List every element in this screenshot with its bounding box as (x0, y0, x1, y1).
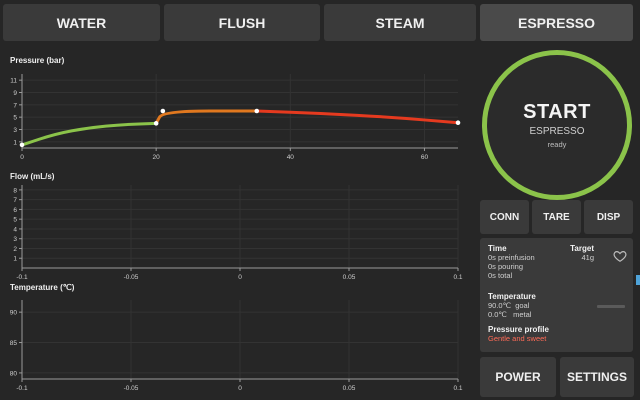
y-tick-label: 1 (13, 139, 17, 146)
y-tick-label: 8 (13, 187, 17, 194)
y-tick-label: 1 (13, 256, 17, 263)
y-tick-label: 3 (13, 236, 17, 243)
start-status: ready (547, 140, 567, 149)
y-tick-label: 80 (10, 370, 18, 377)
time-label: Time (488, 244, 507, 253)
heart-icon[interactable] (613, 249, 627, 263)
y-tick-label: 2 (13, 246, 17, 253)
preinfusion-time: 0s preinfusion (488, 253, 535, 262)
temperature-metal: 0.0℃ metal (488, 310, 532, 319)
x-tick-label: 40 (287, 154, 295, 161)
target-value: 41g (581, 253, 594, 262)
y-tick-label: 5 (13, 217, 17, 224)
pressure-chart-svg: 13579110204060Weight (g/s) (10, 74, 464, 170)
x-tick-label: 0.05 (343, 385, 356, 392)
data-point (455, 120, 461, 126)
x-tick-label: 20 (153, 154, 161, 161)
temperature-chart: Temperature (℃) 80 85 90 -0.1 -0.05 0 0.05 0.1 (0, 280, 470, 400)
start-label: START (523, 101, 591, 123)
y-tick-label: 9 (13, 90, 17, 97)
temperature-label: Temperature (488, 292, 536, 301)
tab-flush[interactable]: FLUSH (164, 4, 320, 41)
target-label: Target (570, 244, 594, 253)
y-tick-label: 7 (13, 197, 17, 204)
conn-button[interactable]: CONN (480, 200, 529, 234)
temperature-chart-svg: 80 85 90 -0.1 -0.05 0 0.05 0.1 (10, 300, 463, 392)
data-point (254, 108, 260, 114)
tab-steam[interactable]: STEAM (324, 4, 476, 41)
start-button[interactable]: START ESPRESSO ready (482, 50, 632, 200)
pressure-profile-label: Pressure profile (488, 325, 549, 334)
x-tick-label: 0 (20, 154, 24, 161)
settings-button[interactable]: SETTINGS (560, 357, 634, 397)
shot-info-panel: Time 0s preinfusion 0s pouring 0s total … (480, 238, 633, 352)
x-tick-label: 0.1 (453, 385, 462, 392)
power-button[interactable]: POWER (480, 357, 556, 397)
data-point (153, 121, 159, 126)
tab-water[interactable]: WATER (3, 4, 160, 41)
y-tick-label: 11 (10, 78, 17, 85)
temperature-indicator-bar (597, 305, 625, 308)
y-tick-label: 4 (13, 226, 17, 233)
y-tick-label: 7 (13, 102, 17, 109)
disp-button[interactable]: DISP (584, 200, 633, 234)
x-tick-label: -0.1 (16, 385, 28, 392)
pressure-chart: Pressure (bar) 13579110204060Weight (g/s… (0, 50, 470, 170)
data-point (19, 142, 25, 148)
y-tick-label: 3 (13, 127, 17, 134)
y-tick-label: 85 (10, 340, 18, 347)
y-tick-label: 90 (10, 310, 18, 317)
pressure-profile-name[interactable]: Gentle and sweet (488, 334, 549, 343)
x-tick-label: -0.05 (124, 385, 139, 392)
y-tick-label: 6 (13, 207, 17, 214)
y-tick-label: 5 (13, 115, 17, 122)
x-tick-label: 0 (238, 385, 242, 392)
tab-espresso[interactable]: ESPRESSO (480, 4, 633, 41)
flow-chart-svg: 12345678-0.1 -0.05 0 0.05 0.1 (13, 185, 463, 280)
total-time: 0s total (488, 271, 513, 280)
start-mode-label: ESPRESSO (529, 126, 585, 137)
flow-chart: Flow (mL/s) 1 2 3 4 5 6 7 8 -0.1 -0.05 0 0.05 0.1 (0, 170, 470, 280)
tare-button[interactable]: TARE (532, 200, 581, 234)
temperature-goal: 90.0℃ goal (488, 301, 530, 310)
scroll-indicator (636, 275, 640, 285)
pouring-time: 0s pouring (488, 262, 524, 271)
data-point (160, 108, 166, 114)
x-tick-label: 60 (421, 154, 429, 161)
